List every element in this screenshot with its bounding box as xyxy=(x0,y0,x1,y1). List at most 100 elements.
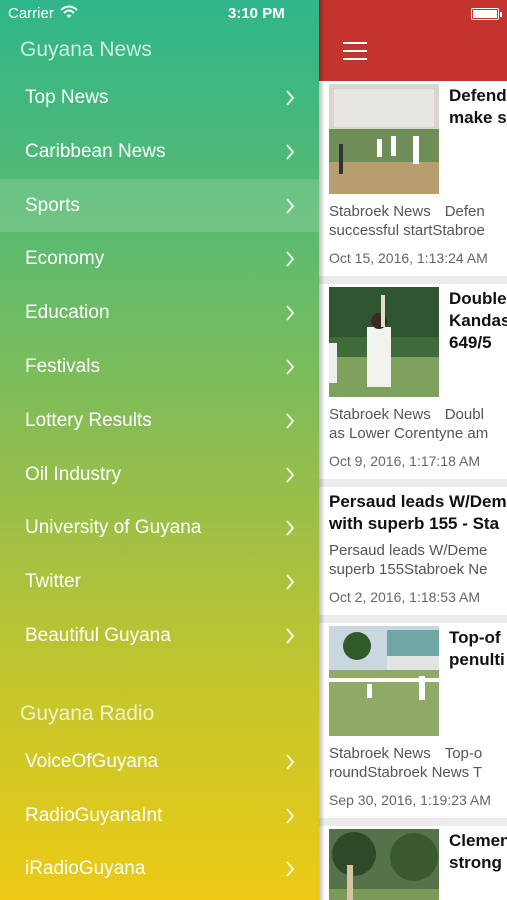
news-thumbnail-image xyxy=(329,287,439,397)
news-desc-line: Top-o xyxy=(444,745,483,762)
side-menu: Carrier 3:10 PM Guyana News Top News Cari… xyxy=(0,0,319,900)
menu-item-caribbean-news[interactable]: Caribbean News xyxy=(0,125,319,179)
menu-item-festivals[interactable]: Festivals xyxy=(0,340,319,394)
chevron-right-icon xyxy=(286,413,295,429)
status-time: 3:10 PM xyxy=(228,5,285,22)
hamburger-menu-button[interactable] xyxy=(343,42,367,62)
news-description: Stabroek News Doubl as Lower Corentyne am xyxy=(319,405,507,443)
news-date: Sep 30, 2016, 1:19:23 AM xyxy=(329,792,491,808)
content-pane: Defend make s Stabroek News Defen successful… xyxy=(319,0,507,900)
menu-item-label: RadioGuyanaInt xyxy=(25,804,163,826)
menu-item-university-of-guyana[interactable]: University of Guyana xyxy=(0,501,319,555)
menu-item-label: Oil Industry xyxy=(25,463,122,485)
news-desc-line: Defen xyxy=(444,203,485,220)
news-title: Double Kandas 649/5 xyxy=(449,288,507,354)
news-title-line: make s xyxy=(449,108,507,127)
news-description: Persaud leads W/Deme superb 155Stabroek N… xyxy=(319,541,507,579)
chevron-right-icon xyxy=(286,520,295,537)
news-title-line: strong xyxy=(449,853,502,872)
menu-item-education[interactable]: Education xyxy=(0,286,319,340)
menu-item-sports[interactable]: Sports xyxy=(0,178,319,233)
news-desc-line: superb 155Stabroek Ne xyxy=(329,561,488,578)
menu-item-label: VoiceOfGuyana xyxy=(25,750,159,772)
news-desc-line: Doubl xyxy=(444,406,484,423)
menu-item-label: Festivals xyxy=(25,355,100,377)
chevron-right-icon xyxy=(286,197,295,214)
news-thumbnail-image xyxy=(329,84,439,194)
menu-item-economy[interactable]: Economy xyxy=(0,232,319,286)
news-card[interactable]: Double Kandas 649/5 Stabroek News Doubl as Lo… xyxy=(319,284,507,479)
news-title-line: with superb 155 - Sta xyxy=(329,514,500,533)
menu-item-label: Sports xyxy=(25,194,80,216)
news-title-line: Defend xyxy=(449,86,507,105)
menu-item-label: iRadioGuyana xyxy=(25,858,146,880)
menu-item-lottery-results[interactable]: Lottery Results xyxy=(0,394,319,448)
chevron-right-icon xyxy=(286,144,295,160)
chevron-right-icon xyxy=(286,466,295,483)
news-feed[interactable]: Defend make s Stabroek News Defen successful… xyxy=(319,81,507,900)
menu-item-oil-industry[interactable]: Oil Industry xyxy=(0,448,319,502)
news-title-line: Kandas xyxy=(449,311,507,330)
chevron-right-icon xyxy=(286,305,295,321)
news-menu-list: Top News Caribbean News Sports Economy Educa… xyxy=(0,71,319,663)
news-card[interactable]: Top-of penulti Stabroek News Top-o roundStab… xyxy=(319,623,507,818)
nav-bar xyxy=(319,0,507,81)
news-description: Stabroek News Top-o roundStabroek News T xyxy=(319,744,507,782)
news-source: Stabroek News xyxy=(329,406,431,423)
battery-icon xyxy=(471,8,502,20)
status-bar: Carrier 3:10 PM xyxy=(0,0,319,28)
chevron-right-icon xyxy=(286,359,295,375)
news-desc-line: roundStabroek News T xyxy=(329,764,483,781)
news-date: Oct 9, 2016, 1:17:18 AM xyxy=(329,453,480,469)
radio-menu-list: VoiceOfGuyana RadioGuyanaInt iRadioGuyana xyxy=(0,735,319,896)
carrier-label: Carrier xyxy=(8,5,54,22)
news-source: Stabroek News xyxy=(329,203,431,220)
news-title-line: penulti xyxy=(449,650,505,669)
news-desc-line: as Lower Corentyne am xyxy=(329,425,489,442)
section-title-news: Guyana News xyxy=(20,38,152,61)
news-title-line: Clemen xyxy=(449,831,507,850)
menu-item-label: Economy xyxy=(25,248,105,270)
chevron-right-icon xyxy=(286,251,295,268)
news-title: Persaud leads W/Dem with superb 155 - Sta xyxy=(319,487,507,535)
chevron-right-icon xyxy=(286,861,295,878)
news-desc-line: Persaud leads W/Deme xyxy=(329,542,488,559)
chevron-right-icon xyxy=(286,807,295,824)
news-thumbnail-image xyxy=(329,829,439,900)
menu-item-label: Lottery Results xyxy=(25,409,152,431)
menu-item-label: Top News xyxy=(25,87,109,108)
menu-item-label: Beautiful Guyana xyxy=(25,624,171,646)
news-title: Defend make s xyxy=(449,85,507,129)
news-title: Top-of penulti xyxy=(449,627,505,671)
menu-item-radioguyanaint[interactable]: RadioGuyanaInt xyxy=(0,789,319,843)
menu-item-label: Education xyxy=(25,302,110,324)
menu-item-voiceofguyana[interactable]: VoiceOfGuyana xyxy=(0,735,319,789)
chevron-right-icon xyxy=(286,754,295,770)
section-title-radio: Guyana Radio xyxy=(20,701,155,725)
news-title-line: Double xyxy=(449,289,507,308)
menu-item-beautiful-guyana[interactable]: Beautiful Guyana xyxy=(0,609,319,663)
news-title-line: Persaud leads W/Dem xyxy=(329,492,507,511)
menu-item-label: University of Guyana xyxy=(25,517,202,539)
chevron-right-icon xyxy=(286,90,295,106)
news-date: Oct 2, 2016, 1:18:53 AM xyxy=(329,589,480,605)
chevron-right-icon xyxy=(286,628,295,644)
news-title-line: Top-of xyxy=(449,628,501,647)
news-thumbnail-image xyxy=(329,626,439,736)
news-title-line: 649/5 xyxy=(449,333,492,352)
menu-item-top-news[interactable]: Top News xyxy=(0,71,319,125)
menu-item-iradioguyana[interactable]: iRadioGuyana xyxy=(0,842,319,896)
menu-item-twitter[interactable]: Twitter xyxy=(0,555,319,609)
news-card[interactable]: Persaud leads W/Dem with superb 155 - Sta… xyxy=(319,487,507,615)
news-description: Stabroek News Defen successful startStabro… xyxy=(319,202,507,240)
news-source: Stabroek News xyxy=(329,745,431,762)
news-card[interactable]: Clemen strong xyxy=(319,826,507,900)
news-card[interactable]: Defend make s Stabroek News Defen successful… xyxy=(319,81,507,276)
menu-item-label: Twitter xyxy=(25,571,81,593)
wifi-icon xyxy=(60,5,78,18)
chevron-right-icon xyxy=(286,574,295,590)
news-title: Clemen strong xyxy=(449,830,507,874)
news-date: Oct 15, 2016, 1:13:24 AM xyxy=(329,250,488,266)
news-desc-line: successful startStabroe xyxy=(329,222,485,239)
menu-item-label: Caribbean News xyxy=(25,140,166,162)
